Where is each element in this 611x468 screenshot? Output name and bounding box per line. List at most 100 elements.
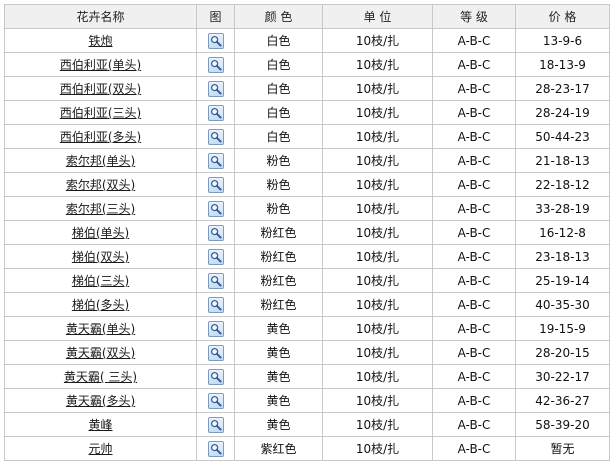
unit-cell: 10枝/扎 [322, 340, 433, 365]
unit-cell: 10枝/扎 [322, 28, 433, 53]
magnifier-icon[interactable] [207, 32, 224, 49]
flower-name-cell: 索尔邦(单头) [4, 148, 197, 173]
magnifier-icon[interactable] [207, 224, 224, 241]
grade-cell: A-B-C [432, 148, 516, 173]
flower-name-link[interactable]: 西伯利亚(双头) [60, 82, 141, 96]
color-cell: 粉红色 [234, 220, 323, 245]
header-flower-name: 花卉名称 [4, 4, 197, 29]
table-row: 西伯利亚(三头) 白色 10枝/扎 A-B-C 28-24-19 [4, 100, 610, 125]
magnifier-icon[interactable] [207, 128, 224, 145]
flower-name-link[interactable]: 梯伯(双头) [72, 250, 129, 264]
header-grade: 等 级 [432, 4, 516, 29]
flower-name-link[interactable]: 黄天霸(单头) [66, 322, 135, 336]
magnifier-icon[interactable] [207, 392, 224, 409]
color-cell: 粉色 [234, 148, 323, 173]
magnifier-icon[interactable] [207, 440, 224, 457]
picture-cell [196, 244, 235, 269]
flower-name-link[interactable]: 梯伯(单头) [72, 226, 129, 240]
color-cell: 黄色 [234, 340, 323, 365]
picture-cell [196, 148, 235, 173]
unit-cell: 10枝/扎 [322, 220, 433, 245]
magnifier-icon[interactable] [207, 80, 224, 97]
color-cell: 紫红色 [234, 436, 323, 461]
grade-cell: A-B-C [432, 316, 516, 341]
magnifier-icon[interactable] [207, 296, 224, 313]
price-cell: 58-39-20 [515, 412, 610, 437]
unit-cell: 10枝/扎 [322, 316, 433, 341]
price-cell: 23-18-13 [515, 244, 610, 269]
table-row: 索尔邦(单头) 粉色 10枝/扎 A-B-C 21-18-13 [4, 148, 610, 173]
color-cell: 黄色 [234, 412, 323, 437]
magnifier-icon[interactable] [207, 248, 224, 265]
unit-cell: 10枝/扎 [322, 148, 433, 173]
table-row: 黄峰 黄色 10枝/扎 A-B-C 58-39-20 [4, 412, 610, 437]
flower-name-link[interactable]: 黄峰 [88, 418, 112, 432]
flower-name-cell: 黄天霸( 三头) [4, 364, 197, 389]
flower-name-cell: 西伯利亚(三头) [4, 100, 197, 125]
flower-name-link[interactable]: 梯伯(多头) [72, 298, 129, 312]
flower-name-cell: 黄天霸(双头) [4, 340, 197, 365]
color-cell: 白色 [234, 52, 323, 77]
grade-cell: A-B-C [432, 220, 516, 245]
magnifier-icon[interactable] [207, 272, 224, 289]
table-row: 黄天霸( 三头) 黄色 10枝/扎 A-B-C 30-22-17 [4, 364, 610, 389]
flower-name-cell: 黄峰 [4, 412, 197, 437]
magnifier-icon[interactable] [207, 416, 224, 433]
unit-cell: 10枝/扎 [322, 196, 433, 221]
price-cell: 13-9-6 [515, 28, 610, 53]
flower-name-link[interactable]: 黄天霸(双头) [66, 346, 135, 360]
grade-cell: A-B-C [432, 28, 516, 53]
flower-name-link[interactable]: 索尔邦(双头) [66, 178, 135, 192]
price-cell: 25-19-14 [515, 268, 610, 293]
magnifier-icon[interactable] [207, 104, 224, 121]
flower-name-link[interactable]: 索尔邦(单头) [66, 154, 135, 168]
color-cell: 粉色 [234, 172, 323, 197]
picture-cell [196, 124, 235, 149]
grade-cell: A-B-C [432, 52, 516, 77]
price-cell: 16-12-8 [515, 220, 610, 245]
flower-name-link[interactable]: 黄天霸(多头) [66, 394, 135, 408]
flower-name-cell: 索尔邦(双头) [4, 172, 197, 197]
color-cell: 白色 [234, 100, 323, 125]
magnifier-icon[interactable] [207, 368, 224, 385]
grade-cell: A-B-C [432, 340, 516, 365]
unit-cell: 10枝/扎 [322, 100, 433, 125]
table-body: 铁炮 白色 10枝/扎 A-B-C 13-9-6 西伯利亚(单头) 白色 10枝/扎 A-B-C… [4, 28, 610, 461]
color-cell: 粉色 [234, 196, 323, 221]
grade-cell: A-B-C [432, 100, 516, 125]
magnifier-icon[interactable] [207, 344, 224, 361]
magnifier-icon[interactable] [207, 200, 224, 217]
magnifier-icon[interactable] [207, 152, 224, 169]
unit-cell: 10枝/扎 [322, 292, 433, 317]
magnifier-icon[interactable] [207, 176, 224, 193]
grade-cell: A-B-C [432, 76, 516, 101]
table-row: 梯伯(双头) 粉红色 10枝/扎 A-B-C 23-18-13 [4, 244, 610, 269]
price-cell: 33-28-19 [515, 196, 610, 221]
unit-cell: 10枝/扎 [322, 436, 433, 461]
table-row: 西伯利亚(多头) 白色 10枝/扎 A-B-C 50-44-23 [4, 124, 610, 149]
flower-name-link[interactable]: 索尔邦(三头) [66, 202, 135, 216]
magnifier-icon[interactable] [207, 320, 224, 337]
grade-cell: A-B-C [432, 436, 516, 461]
flower-name-link[interactable]: 铁炮 [88, 34, 112, 48]
picture-cell [196, 436, 235, 461]
flower-name-link[interactable]: 西伯利亚(多头) [60, 130, 141, 144]
picture-cell [196, 76, 235, 101]
flower-name-link[interactable]: 西伯利亚(单头) [60, 58, 141, 72]
header-color: 颜 色 [234, 4, 323, 29]
table-row: 索尔邦(双头) 粉色 10枝/扎 A-B-C 22-18-12 [4, 172, 610, 197]
flower-name-link[interactable]: 梯伯(三头) [72, 274, 129, 288]
flower-name-link[interactable]: 元帅 [88, 442, 112, 456]
color-cell: 粉红色 [234, 268, 323, 293]
price-cell: 22-18-12 [515, 172, 610, 197]
magnifier-icon[interactable] [207, 56, 224, 73]
flower-name-link[interactable]: 黄天霸( 三头) [64, 370, 137, 384]
flower-name-cell: 黄天霸(单头) [4, 316, 197, 341]
table-header-row: 花卉名称 图 颜 色 单 位 等 级 价 格 [4, 4, 610, 29]
flower-name-link[interactable]: 西伯利亚(三头) [60, 106, 141, 120]
unit-cell: 10枝/扎 [322, 244, 433, 269]
picture-cell [196, 388, 235, 413]
flower-name-cell: 黄天霸(多头) [4, 388, 197, 413]
grade-cell: A-B-C [432, 364, 516, 389]
header-price: 价 格 [515, 4, 610, 29]
